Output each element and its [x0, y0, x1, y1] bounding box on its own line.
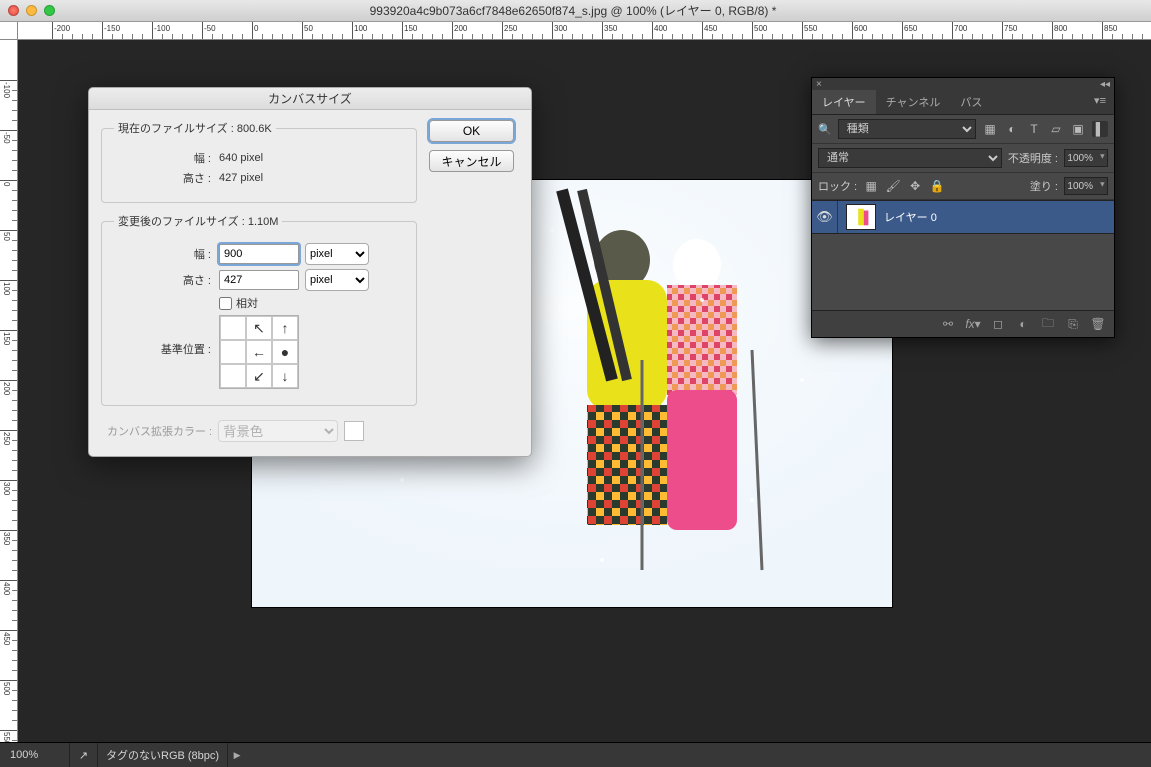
lock-pixels-icon[interactable]: 🖌 [885, 178, 901, 194]
opacity-label: 不透明度 : [1008, 150, 1058, 166]
panel-footer: ⚯ fx▾ ◻ ◐ 🗀 ⎘ 🗑 [812, 310, 1114, 337]
anchor-tr[interactable]: ↑ [272, 316, 298, 340]
link-layers-icon[interactable]: ⚯ [940, 316, 956, 332]
anchor-br[interactable]: ↓ [272, 364, 298, 388]
layer-fx-icon[interactable]: fx▾ [965, 316, 981, 332]
layer-thumbnail[interactable] [846, 204, 876, 230]
filter-pixel-icon[interactable]: ▦ [982, 121, 998, 137]
document-info[interactable]: タグのないRGB (8bpc) [98, 743, 228, 767]
anchor-l[interactable] [220, 340, 246, 364]
filter-type-icon[interactable]: T [1026, 121, 1042, 137]
adjustment-layer-icon[interactable]: ◐ [1015, 316, 1031, 332]
cancel-button[interactable]: キャンセル [429, 150, 514, 172]
layer-name[interactable]: レイヤー 0 [884, 209, 937, 225]
current-size-group: 現在のファイルサイズ : 800.6K 幅 :640 pixel 高さ :427… [101, 120, 417, 203]
window-titlebar: 993920a4c9b073a6cf7848e62650f874_s.jpg @… [0, 0, 1151, 22]
export-icon[interactable]: ↗ [70, 743, 98, 767]
relative-checkbox[interactable] [219, 297, 232, 310]
dialog-title: カンバスサイズ [89, 88, 531, 110]
lock-all-icon[interactable]: 🔒 [929, 178, 945, 194]
filter-adjust-icon[interactable]: ◐ [1004, 121, 1020, 137]
new-size-group: 変更後のファイルサイズ : 1.10M 幅 : pixel 高さ : pixel… [101, 213, 417, 406]
blend-mode-select[interactable]: 通常 [818, 148, 1002, 168]
layer-row[interactable]: 👁 レイヤー 0 [812, 200, 1114, 234]
opacity-input[interactable] [1064, 149, 1108, 167]
relative-label: 相対 [236, 295, 258, 311]
layer-list: 👁 レイヤー 0 [812, 200, 1114, 310]
vertical-ruler[interactable]: -100-50050100150200250300350400450500550 [0, 40, 18, 742]
anchor-r[interactable]: ● [272, 340, 298, 364]
ok-button[interactable]: OK [429, 120, 514, 142]
layer-mask-icon[interactable]: ◻ [990, 316, 1006, 332]
current-width-value: 640 pixel [219, 152, 263, 164]
close-window-button[interactable] [8, 5, 19, 16]
anchor-grid: ↖ ↑ ← ● ↙ ↓ [219, 315, 299, 389]
panel-collapse-icon[interactable]: ◂◂ [1100, 79, 1110, 90]
layer-group-icon[interactable]: 🗀 [1040, 316, 1056, 332]
tab-layers[interactable]: レイヤー [812, 90, 876, 114]
new-width-label: 幅 : [114, 246, 219, 262]
filter-toggle-icon[interactable]: ▌ [1092, 121, 1108, 137]
fill-label: 塗り : [1030, 178, 1058, 194]
extension-color-swatch[interactable] [344, 421, 364, 441]
lock-position-icon[interactable]: ✥ [907, 178, 923, 194]
zoom-window-button[interactable] [44, 5, 55, 16]
anchor-bl[interactable] [220, 364, 246, 388]
tab-channels[interactable]: チャンネル [876, 90, 951, 114]
new-height-label: 高さ : [114, 272, 219, 288]
document-title: 993920a4c9b073a6cf7848e62650f874_s.jpg @… [55, 2, 1151, 19]
anchor-tl[interactable] [220, 316, 246, 340]
height-unit-select[interactable]: pixel [305, 269, 369, 291]
anchor-b[interactable]: ↙ [246, 364, 272, 388]
panel-close-icon[interactable]: × [816, 79, 822, 90]
filter-shape-icon[interactable]: ▱ [1048, 121, 1064, 137]
canvas-size-dialog: カンバスサイズ 現在のファイルサイズ : 800.6K 幅 :640 pixel… [88, 87, 532, 457]
extension-color-label: カンバス拡張カラー : [107, 423, 212, 439]
filter-smart-icon[interactable]: ▣ [1070, 121, 1086, 137]
minimize-window-button[interactable] [26, 5, 37, 16]
panel-menu-icon[interactable]: ▾≡ [1086, 90, 1114, 114]
horizontal-ruler[interactable]: -200-150-100-500501001502002503003504004… [18, 22, 1151, 40]
anchor-label: 基準位置 : [114, 315, 219, 357]
extension-color-select[interactable]: 背景色 [218, 420, 338, 442]
layer-filter-kind[interactable]: 種類 [838, 119, 976, 139]
new-height-input[interactable] [219, 270, 299, 290]
current-size-legend: 現在のファイルサイズ : 800.6K [114, 120, 276, 136]
fill-input[interactable] [1064, 177, 1108, 195]
width-unit-select[interactable]: pixel [305, 243, 369, 265]
current-height-label: 高さ : [114, 170, 219, 186]
lock-transparency-icon[interactable]: ▦ [863, 178, 879, 194]
anchor-t[interactable]: ↖ [246, 316, 272, 340]
delete-layer-icon[interactable]: 🗑 [1090, 316, 1106, 332]
layers-panel: × ◂◂ レイヤー チャンネル パス ▾≡ 🔍 種類 ▦ ◐ T ▱ ▣ ▌ 通… [811, 77, 1115, 338]
info-popup-icon[interactable]: ▶ [228, 750, 246, 761]
ruler-origin[interactable] [0, 22, 18, 40]
new-width-input[interactable] [219, 244, 299, 264]
zoom-field[interactable]: 100% [0, 743, 70, 767]
tab-paths[interactable]: パス [950, 90, 992, 114]
current-height-value: 427 pixel [219, 172, 263, 184]
current-width-label: 幅 : [114, 150, 219, 166]
traffic-lights [0, 5, 55, 16]
new-layer-icon[interactable]: ⎘ [1065, 316, 1081, 332]
status-bar: 100% ↗ タグのないRGB (8bpc) ▶ [0, 742, 1151, 767]
anchor-c[interactable]: ← [246, 340, 272, 364]
layer-visibility-icon[interactable]: 👁 [812, 201, 838, 233]
lock-label: ロック : [818, 178, 857, 194]
new-size-legend: 変更後のファイルサイズ : 1.10M [114, 213, 282, 229]
